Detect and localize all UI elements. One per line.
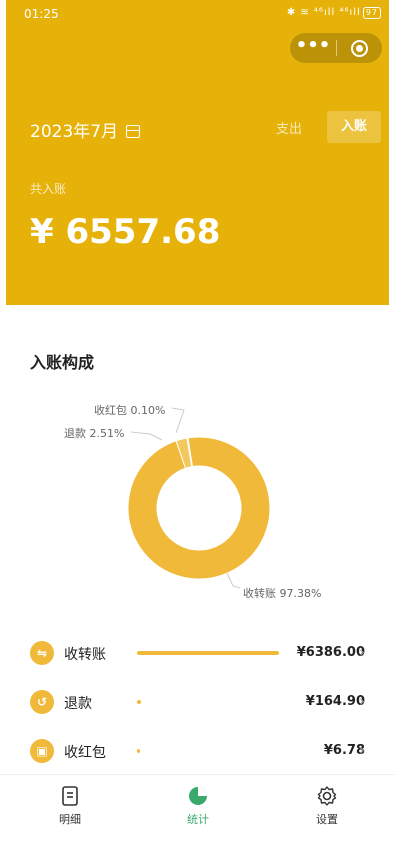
leader-line-red-packet xyxy=(171,407,185,434)
month-selector[interactable]: 2023年7月 xyxy=(30,117,141,142)
chevron-right-icon: › xyxy=(359,741,365,759)
document-icon xyxy=(62,786,78,806)
tab-stats[interactable]: 统计 xyxy=(158,785,238,827)
signal-icons: ✱ ≋ ⁴⁶ıll ⁴⁶ıll xyxy=(286,7,361,18)
battery-icon: 97 xyxy=(362,7,381,19)
ratio-bar xyxy=(137,700,141,704)
chevron-right-icon: › xyxy=(359,643,365,661)
calendar-icon xyxy=(126,125,141,138)
ratio-bar xyxy=(137,749,140,753)
mini-program-capsule: ••• xyxy=(290,33,382,63)
total-label: 共入账 xyxy=(30,182,67,196)
leader-line-refund xyxy=(130,431,163,441)
tab-detail[interactable]: 明细 xyxy=(30,785,110,827)
tab-settings[interactable]: 设置 xyxy=(287,785,367,827)
ratio-bar xyxy=(137,651,280,655)
item-amount: ¥6386.00 xyxy=(296,645,365,660)
slice-transfer xyxy=(127,436,271,580)
bottom-tab-bar: 明细 统计 设置 xyxy=(0,774,395,853)
donut-chart xyxy=(127,407,271,589)
close-dot-icon xyxy=(356,45,363,52)
more-button[interactable]: ••• xyxy=(290,33,336,63)
label-red-packet: 收红包 0.10% xyxy=(94,404,166,417)
tab-income[interactable]: 入账 xyxy=(327,111,381,143)
month-label: 2023年7月 xyxy=(30,122,119,142)
tab-stats-label: 统计 xyxy=(187,813,209,826)
list-item-refund[interactable]: ↺ 退款 ¥164.90 › xyxy=(0,686,395,718)
label-transfer: 收转账 97.38% xyxy=(243,587,322,600)
section-title: 入账构成 xyxy=(30,353,95,372)
pie-chart-icon xyxy=(189,787,207,805)
item-name: 收转账 xyxy=(64,647,106,663)
item-name: 收红包 xyxy=(64,745,106,761)
red-packet-icon: ▣ xyxy=(30,739,54,763)
item-amount: ¥164.90 xyxy=(305,694,365,709)
item-name: 退款 xyxy=(64,696,92,712)
header: 01:25 ✱ ≋ ⁴⁶ıll ⁴⁶ıll 97 ••• 2023年7月 支出 入… xyxy=(6,0,389,305)
tab-expense[interactable]: 支出 xyxy=(276,118,302,137)
status-bar: 01:25 ✱ ≋ ⁴⁶ıll ⁴⁶ıll 97 xyxy=(6,0,389,28)
status-icons: ✱ ≋ ⁴⁶ıll ⁴⁶ıll 97 xyxy=(287,7,381,19)
status-time: 01:25 xyxy=(24,7,59,21)
transfer-icon: ⇋ xyxy=(30,641,54,665)
list-item-transfer[interactable]: ⇋ 收转账 ¥6386.00 › xyxy=(0,637,395,669)
tab-detail-label: 明细 xyxy=(59,813,81,826)
list-item-red-packet[interactable]: ▣ 收红包 ¥6.78 › xyxy=(0,735,395,767)
label-refund: 退款 2.51% xyxy=(64,427,125,440)
total-amount: ¥ 6557.68 xyxy=(30,212,221,252)
close-button[interactable] xyxy=(337,33,382,63)
refund-icon: ↺ xyxy=(30,690,54,714)
chevron-right-icon: › xyxy=(359,692,365,710)
gear-icon xyxy=(317,786,337,806)
leader-line-transfer xyxy=(226,572,241,589)
tab-settings-label: 设置 xyxy=(316,813,338,826)
